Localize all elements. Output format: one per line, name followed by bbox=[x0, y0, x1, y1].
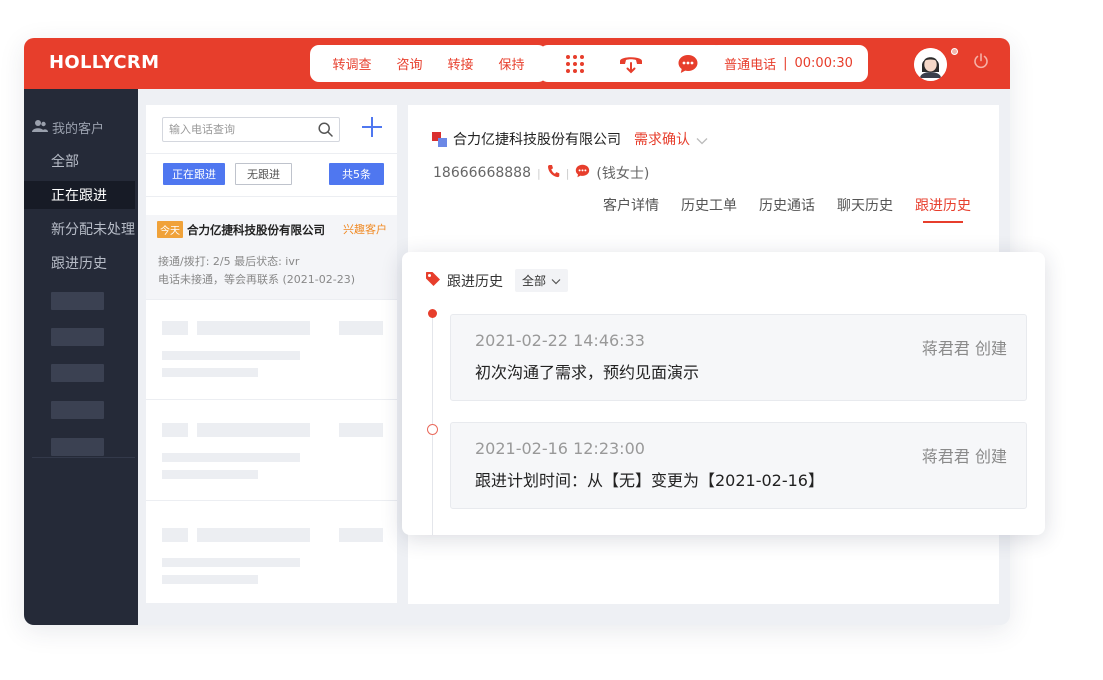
search-box bbox=[162, 117, 340, 142]
phone-search-input[interactable] bbox=[169, 123, 309, 136]
stage-dropdown[interactable]: 需求确认 bbox=[634, 129, 690, 149]
avatar[interactable] bbox=[914, 48, 947, 81]
skeleton-block bbox=[162, 453, 300, 462]
call-actions-group: 转调查 咨询 转接 保持 bbox=[310, 45, 547, 82]
filter-no-follow-button[interactable]: 无跟进 bbox=[235, 163, 292, 185]
contact-row: 18666668888 | | (钱女士) bbox=[433, 164, 650, 182]
sidebar-item-all[interactable]: 全部 bbox=[51, 151, 79, 171]
skeleton-block bbox=[197, 528, 310, 542]
sidebar-placeholder bbox=[51, 438, 104, 456]
user-group-icon bbox=[32, 119, 48, 136]
skeleton-block bbox=[162, 351, 300, 360]
divider bbox=[146, 500, 397, 501]
skeleton-block bbox=[339, 321, 383, 335]
online-status-dot bbox=[951, 48, 958, 55]
divider bbox=[146, 153, 397, 154]
skeleton-block bbox=[339, 423, 383, 437]
dialpad-icon[interactable] bbox=[560, 49, 590, 79]
divider bbox=[146, 196, 397, 197]
skeleton-block bbox=[197, 321, 310, 335]
transfer-survey-button[interactable]: 转调查 bbox=[332, 54, 371, 73]
skeleton-block bbox=[162, 423, 188, 437]
chevron-down-icon[interactable] bbox=[696, 130, 708, 149]
top-bar: HOLLYCRM 转调查 咨询 转接 保持 普通电话 | 00:00:30 bbox=[24, 38, 1010, 89]
skeleton-block bbox=[162, 470, 258, 479]
entry-content: 初次沟通了需求，预约见面演示 bbox=[475, 363, 700, 382]
history-header: 跟进历史 全部 bbox=[425, 269, 569, 292]
sidebar-divider bbox=[32, 457, 135, 458]
sidebar-placeholder bbox=[51, 328, 104, 346]
today-badge: 今天 bbox=[157, 221, 183, 238]
total-count-button[interactable]: 共5条 bbox=[329, 163, 384, 185]
search-icon[interactable] bbox=[318, 122, 333, 141]
tab-follow-up-history[interactable]: 跟进历史 bbox=[915, 195, 971, 223]
customer-tag: 兴趣客户 bbox=[343, 223, 387, 236]
divider: | bbox=[783, 56, 788, 71]
skeleton-block bbox=[162, 321, 188, 335]
call-status: 普通电话 | 00:00:30 bbox=[709, 45, 868, 82]
divider bbox=[146, 399, 397, 400]
timeline-dot bbox=[427, 424, 438, 435]
call-stats: 接通/拨打: 2/5 最后状态: ivr bbox=[158, 255, 300, 268]
transfer-button[interactable]: 转接 bbox=[447, 54, 473, 73]
call-timer: 00:00:30 bbox=[794, 56, 853, 71]
power-icon[interactable] bbox=[972, 52, 990, 74]
sidebar-placeholder bbox=[51, 401, 104, 419]
history-title: 跟进历史 bbox=[447, 273, 503, 290]
sidebar-section-title: 我的客户 bbox=[32, 118, 104, 137]
history-entry: 2021-02-16 12:23:00 蒋君君 创建 跟进计划时间：从【无】变更… bbox=[450, 422, 1027, 509]
list-item-header: 今天 合力亿捷科技股份有限公司 bbox=[157, 221, 325, 238]
filter-following-button[interactable]: 正在跟进 bbox=[163, 163, 225, 185]
sidebar-item-history[interactable]: 跟进历史 bbox=[51, 253, 107, 273]
sidebar-item-following[interactable]: 正在跟进 bbox=[51, 185, 107, 205]
sidebar: 我的客户 全部 正在跟进 新分配未处理 跟进历史 bbox=[24, 89, 138, 625]
call-type-label: 普通电话 bbox=[724, 58, 777, 73]
contact-name: (钱女士) bbox=[596, 166, 650, 182]
hold-button[interactable]: 保持 bbox=[498, 54, 524, 73]
phone-number: 18666668888 bbox=[433, 165, 531, 181]
sidebar-placeholder bbox=[51, 364, 104, 382]
chevron-down-icon bbox=[551, 274, 561, 288]
consult-button[interactable]: 咨询 bbox=[396, 54, 422, 73]
divider bbox=[146, 299, 397, 300]
entry-content: 跟进计划时间：从【无】变更为【2021-02-16】 bbox=[475, 471, 824, 490]
tab-call-history[interactable]: 历史通话 bbox=[759, 195, 815, 221]
entry-author: 蒋君君 创建 bbox=[921, 447, 1007, 466]
skeleton-block bbox=[162, 528, 188, 542]
tag-icon bbox=[425, 271, 441, 291]
timeline-dot bbox=[428, 309, 437, 318]
phone-icon[interactable] bbox=[547, 164, 560, 182]
entry-author: 蒋君君 创建 bbox=[921, 339, 1007, 358]
tab-ticket-history[interactable]: 历史工单 bbox=[681, 195, 737, 221]
company-name: 合力亿捷科技股份有限公司 bbox=[453, 132, 621, 148]
sidebar-item-new-unprocessed[interactable]: 新分配未处理 bbox=[51, 219, 135, 239]
detail-tabs: 客户详情 历史工单 历史通话 聊天历史 跟进历史 bbox=[581, 195, 971, 223]
company-logo-icon bbox=[432, 131, 447, 147]
last-note: 电话未接通，等会再联系 (2021-02-23) bbox=[158, 273, 356, 286]
skeleton-block bbox=[162, 368, 258, 377]
brand-logo: HOLLYCRM bbox=[49, 52, 160, 73]
call-controls-group bbox=[539, 45, 724, 82]
entry-timestamp: 2021-02-16 12:23:00 bbox=[475, 439, 645, 458]
tab-chat-history[interactable]: 聊天历史 bbox=[837, 195, 893, 221]
chat-icon[interactable] bbox=[673, 49, 703, 79]
follow-up-history-card: 跟进历史 全部 2021-02-22 14:46:33 蒋君君 创建 初次沟通了… bbox=[402, 252, 1045, 535]
list-item[interactable]: 今天 合力亿捷科技股份有限公司 兴趣客户 接通/拨打: 2/5 最后状态: iv… bbox=[146, 215, 397, 299]
company-name: 合力亿捷科技股份有限公司 bbox=[187, 222, 325, 237]
skeleton-block bbox=[162, 575, 258, 584]
customer-list-panel: 正在跟进 无跟进 共5条 今天 合力亿捷科技股份有限公司 兴趣客户 接通/拨打:… bbox=[146, 105, 397, 603]
skeleton-block bbox=[197, 423, 310, 437]
entry-timestamp: 2021-02-22 14:46:33 bbox=[475, 331, 645, 350]
sidebar-placeholder bbox=[51, 292, 104, 310]
skeleton-block bbox=[339, 528, 383, 542]
history-entry: 2021-02-22 14:46:33 蒋君君 创建 初次沟通了需求，预约见面演… bbox=[450, 314, 1027, 401]
add-customer-icon[interactable] bbox=[360, 115, 384, 143]
tab-customer-details[interactable]: 客户详情 bbox=[603, 195, 659, 221]
history-filter-dropdown[interactable]: 全部 bbox=[515, 269, 569, 292]
chat-icon[interactable] bbox=[575, 164, 590, 182]
company-header: 合力亿捷科技股份有限公司 需求确认 bbox=[432, 129, 708, 149]
hangup-icon[interactable] bbox=[616, 49, 646, 79]
skeleton-block bbox=[162, 558, 300, 567]
